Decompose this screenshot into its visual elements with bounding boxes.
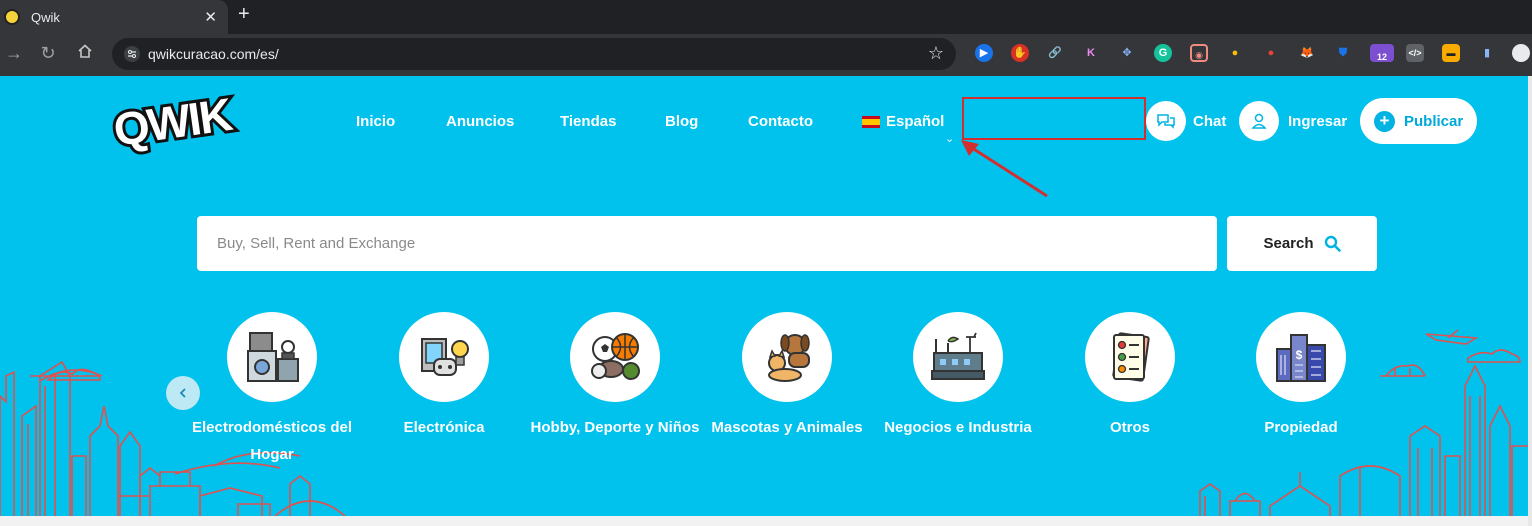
chat-label[interactable]: Chat: [1193, 113, 1226, 130]
extension-k-icon[interactable]: K: [1082, 44, 1100, 62]
category-item[interactable]: Mascotas y Animales: [697, 312, 877, 441]
extension-camera-icon[interactable]: ◉: [1190, 44, 1208, 62]
nav-contacto[interactable]: Contacto: [748, 113, 813, 130]
search-button-label: Search: [1263, 235, 1314, 252]
extension-cherry-icon[interactable]: ●: [1262, 44, 1280, 62]
search-button[interactable]: Search: [1227, 216, 1377, 271]
extension-metamask-icon[interactable]: 🦊: [1298, 44, 1316, 62]
category-icon-circle: [913, 312, 1003, 402]
tab-title: Qwik: [31, 9, 60, 25]
extension-folder-icon[interactable]: ▬: [1442, 44, 1460, 62]
login-label[interactable]: Ingresar: [1288, 113, 1347, 130]
category-label: Mascotas y Animales: [711, 419, 863, 436]
tab-close-icon[interactable]: ✕: [204, 8, 217, 26]
extension-adblock-icon[interactable]: ✋: [1011, 44, 1029, 62]
reload-icon[interactable]: ↻: [37, 43, 59, 64]
category-item[interactable]: Negocios e Industria: [868, 312, 1048, 441]
category-item[interactable]: Otros: [1040, 312, 1220, 441]
category-item[interactable]: Hobby, Deporte y Niños: [525, 312, 705, 441]
page-content: QWIK Inicio Anuncios Tiendas Blog Contac…: [0, 76, 1528, 516]
nav-tiendas[interactable]: Tiendas: [560, 113, 616, 130]
category-icon-circle: [742, 312, 832, 402]
annotation-arrow: [961, 140, 1048, 198]
category-label: Propiedad: [1264, 419, 1338, 436]
page-scrollbar[interactable]: [1528, 76, 1532, 526]
qwik-logo[interactable]: QWIK: [98, 88, 246, 156]
extensions-puzzle-icon[interactable]: ▮: [1478, 44, 1496, 62]
category-item[interactable]: $ Propiedad: [1211, 312, 1391, 441]
nav-anuncios[interactable]: Anuncios: [446, 113, 514, 130]
url-text: qwikcuracao.com/es/: [148, 46, 279, 62]
publish-button[interactable]: + Publicar: [1360, 98, 1477, 144]
profile-avatar[interactable]: [1512, 44, 1530, 62]
spain-flag-icon: [862, 115, 880, 128]
login-button[interactable]: [1239, 101, 1279, 141]
category-label: Negocios e Industria: [884, 419, 1032, 436]
site-settings-icon[interactable]: [124, 46, 140, 62]
appliances-icon: [247, 332, 299, 382]
extension-grammarly-icon[interactable]: G: [1154, 44, 1172, 62]
category-icon-circle: $: [1256, 312, 1346, 402]
extension-play-icon[interactable]: ▶: [975, 44, 993, 62]
pets-icon: [768, 334, 810, 382]
new-tab-button[interactable]: +: [238, 3, 250, 26]
browser-toolbar: → ↻ qwikcuracao.com/es/ ☆ ▶ ✋ 🔗 K ✥ G ◉ …: [0, 34, 1532, 76]
category-icon-circle: [1085, 312, 1175, 402]
svg-text:QWIK: QWIK: [110, 88, 235, 156]
language-selector[interactable]: Español: [862, 113, 944, 130]
chevron-down-icon[interactable]: ⌄: [945, 132, 954, 145]
category-icon-circle: [399, 312, 489, 402]
page-section-edge: [0, 516, 1528, 526]
checklist-icon: [1112, 332, 1150, 382]
browser-tab[interactable]: Qwik ✕: [0, 0, 228, 34]
sports-balls-icon: [591, 333, 640, 380]
svg-text:$: $: [1296, 348, 1303, 362]
language-label: Español: [886, 113, 945, 130]
nav-blog[interactable]: Blog: [665, 113, 698, 130]
search-icon: [1324, 235, 1341, 252]
forward-icon[interactable]: →: [3, 43, 25, 64]
address-bar[interactable]: qwikcuracao.com/es/ ☆: [112, 38, 956, 70]
nav-inicio[interactable]: Inicio: [356, 113, 395, 130]
annotation-highlight-box: [962, 97, 1146, 140]
extension-link-icon[interactable]: 🔗: [1046, 44, 1064, 62]
extension-badge: 12: [1376, 52, 1387, 62]
category-label: Electrónica: [403, 419, 485, 436]
home-icon[interactable]: [74, 43, 96, 64]
search-input[interactable]: [197, 216, 1217, 271]
buildings-icon: $: [1276, 334, 1326, 382]
user-icon: [1251, 113, 1267, 129]
chat-bubbles-icon: [1157, 114, 1175, 129]
extension-dots-icon[interactable]: ✥: [1118, 44, 1136, 62]
category-item[interactable]: Electrodomésticos del Hogar: [182, 312, 362, 468]
bookmark-star-icon[interactable]: ☆: [928, 43, 944, 64]
extension-counter-icon[interactable]: 12: [1370, 44, 1394, 62]
electronics-icon: [421, 338, 469, 376]
category-icon-circle: [570, 312, 660, 402]
extension-shield-icon[interactable]: ⛊: [1334, 44, 1352, 62]
plus-icon: +: [1374, 110, 1395, 132]
category-icon-circle: [227, 312, 317, 402]
chat-button[interactable]: [1146, 101, 1186, 141]
extension-chat-icon[interactable]: ●: [1226, 44, 1244, 62]
browser-tab-bar: Qwik ✕ +: [0, 0, 1532, 34]
category-label: Otros: [1109, 419, 1150, 436]
category-item[interactable]: Electrónica: [354, 312, 534, 441]
category-label: Hobby, Deporte y Niños: [530, 419, 700, 436]
industry-icon: [931, 332, 985, 380]
qwik-favicon-icon: [4, 9, 20, 25]
extension-code-icon[interactable]: </>: [1406, 44, 1424, 62]
category-label: Electrodomésticos del Hogar: [191, 419, 353, 463]
publish-label: Publicar: [1404, 112, 1464, 130]
